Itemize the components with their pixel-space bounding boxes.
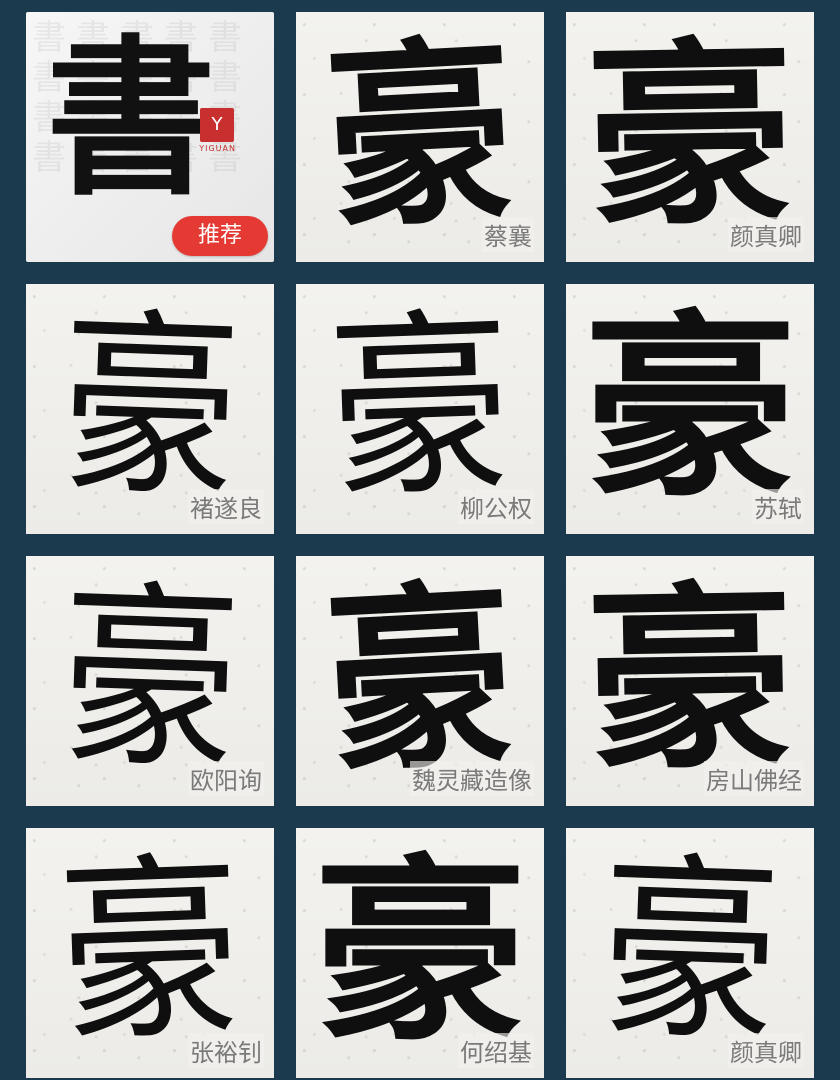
artist-label: 苏轼	[752, 489, 804, 524]
calligraphy-tile[interactable]: 豪 蔡襄	[296, 12, 544, 262]
recommend-badge[interactable]: 推荐	[172, 216, 268, 256]
calligraphy-tile[interactable]: 豪 何绍基	[296, 828, 544, 1078]
seal-stamp: Y	[200, 108, 234, 142]
calligraphy-tile[interactable]: 豪 房山佛经	[566, 556, 814, 806]
artist-label: 颜真卿	[728, 217, 804, 252]
calligraphy-tile[interactable]: 豪 苏轼	[566, 284, 814, 534]
calligraphy-grid: 書書書書書書書書書書書書書書書書書書書書 書 Y YIGUAN 推荐 豪 蔡襄 …	[0, 0, 840, 1080]
artist-label: 房山佛经	[704, 761, 804, 796]
calligraphy-tile[interactable]: 豪 欧阳询	[26, 556, 274, 806]
recommend-main-char: 書	[46, 19, 217, 219]
artist-label: 柳公权	[458, 489, 534, 524]
artist-label: 欧阳询	[188, 761, 264, 796]
artist-label: 何绍基	[458, 1033, 534, 1068]
artist-label: 颜真卿	[728, 1033, 804, 1068]
calligraphy-tile[interactable]: 豪 张裕钊	[26, 828, 274, 1078]
calligraphy-tile[interactable]: 豪 柳公权	[296, 284, 544, 534]
calligraphy-tile[interactable]: 豪 褚遂良	[26, 284, 274, 534]
calligraphy-tile[interactable]: 豪 颜真卿	[566, 12, 814, 262]
artist-label: 褚遂良	[188, 489, 264, 524]
calligraphy-tile[interactable]: 豪 魏灵藏造像	[296, 556, 544, 806]
calligraphy-tile[interactable]: 豪 颜真卿	[566, 828, 814, 1078]
recommend-tile[interactable]: 書書書書書書書書書書書書書書書書書書書書 書 Y YIGUAN 推荐	[26, 12, 274, 262]
artist-label: 蔡襄	[482, 217, 534, 252]
artist-label: 张裕钊	[188, 1033, 264, 1068]
seal-subtitle: YIGUAN	[199, 144, 236, 153]
artist-label: 魏灵藏造像	[410, 761, 534, 796]
